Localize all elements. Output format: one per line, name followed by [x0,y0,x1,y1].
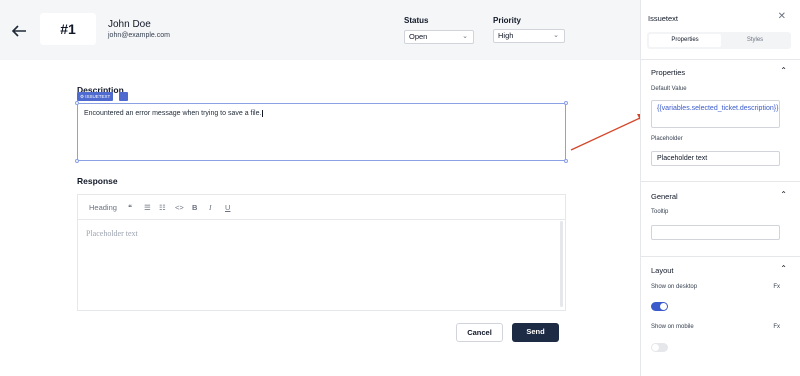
show-on-desktop-label: Show on desktop [651,284,698,290]
toggle-knob [660,303,667,310]
tooltip-input[interactable] [651,225,780,240]
tooltip-label: Tooltip [651,209,669,215]
default-value-input[interactable]: {{variables.selected_ticket.description}… [651,100,780,128]
tab-properties[interactable]: Properties [649,34,721,47]
divider [641,181,800,182]
properties-section-title: Properties [651,68,686,77]
fx-desktop-button[interactable]: Fx [773,284,780,290]
divider [641,256,800,257]
show-on-mobile-label: Show on mobile [651,324,694,330]
chevron-up-icon[interactable]: ⌃ [780,190,787,199]
general-section-title: General [651,192,678,201]
toggle-knob [652,344,659,351]
divider [641,59,800,60]
panel-tabs: Properties Styles [647,32,791,49]
chevron-up-icon[interactable]: ⌃ [780,264,787,273]
placeholder-label: Placeholder [651,136,683,142]
default-value-label: Default Value [651,86,687,92]
properties-panel: Issuetext ✕ Properties Styles Properties… [640,0,800,376]
placeholder-input[interactable]: Placeholder text [651,151,780,166]
tab-styles[interactable]: Styles [721,34,789,47]
close-icon[interactable]: ✕ [778,11,786,22]
show-on-desktop-toggle[interactable] [651,302,668,311]
panel-title: Issuetext [648,14,679,23]
fx-mobile-button[interactable]: Fx [773,324,780,330]
show-on-mobile-toggle[interactable] [651,343,668,352]
chevron-up-icon[interactable]: ⌃ [780,66,787,75]
layout-section-title: Layout [651,266,674,275]
